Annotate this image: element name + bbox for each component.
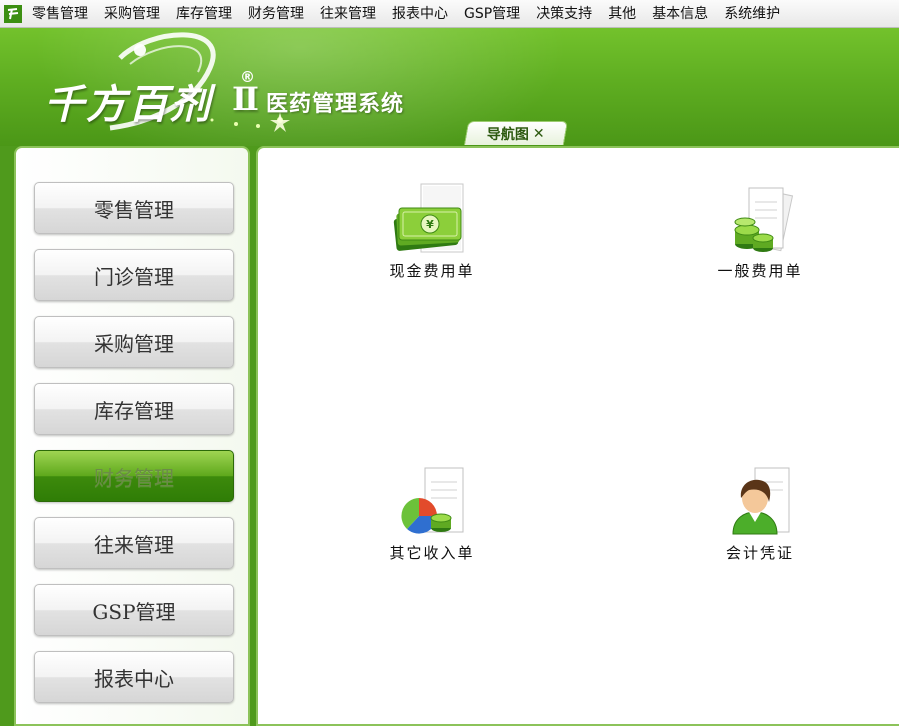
menu-other[interactable]: 其他 [600, 0, 644, 27]
app-subtitle: 医药管理系统 [266, 92, 405, 117]
menu-reports[interactable]: 报表中心 [384, 0, 456, 27]
menu-retail[interactable]: 零售管理 [30, 0, 96, 27]
user-document-icon [732, 467, 790, 535]
menu-finance[interactable]: 财务管理 [240, 0, 312, 27]
left-nav-panel: 零售管理 门诊管理 采购管理 库存管理 财务管理 往来管理 GSP管理 报表中心 [14, 146, 250, 726]
nav-reports-button[interactable]: 报表中心 [34, 651, 234, 703]
nav-retail-button[interactable]: 零售管理 [34, 182, 234, 234]
main-content: ¥ 现金费用单 一般费用单 其它收入单 会计凭证 [256, 146, 899, 726]
menu-decision[interactable]: 决策支持 [528, 0, 600, 27]
coins-document-icon [734, 187, 794, 252]
menu-gsp[interactable]: GSP管理 [456, 0, 528, 27]
menu-basic-info[interactable]: 基本信息 [644, 0, 716, 27]
nav-clinic-button[interactable]: 门诊管理 [34, 249, 234, 301]
close-icon[interactable]: ✕ [533, 126, 545, 142]
pie-chart-document-icon [401, 467, 464, 534]
nav-inventory-button[interactable]: 库存管理 [34, 383, 234, 435]
app-icon [4, 4, 22, 23]
nav-purchase-button[interactable]: 采购管理 [34, 316, 234, 368]
accounting-voucher-item[interactable]: 会计凭证 [690, 464, 830, 563]
menu-system[interactable]: 系统维护 [716, 0, 788, 27]
nav-accounts-button[interactable]: 往来管理 [34, 517, 234, 569]
menu-bar: 零售管理 采购管理 库存管理 财务管理 往来管理 报表中心 GSP管理 决策支持… [0, 0, 899, 28]
nav-finance-button[interactable]: 财务管理 [34, 450, 234, 502]
accounting-voucher-label: 会计凭证 [725, 544, 794, 562]
menu-inventory[interactable]: 库存管理 [168, 0, 240, 27]
tab-label: 导航图 [487, 126, 530, 143]
tab-navigation-map[interactable]: 导航图 ✕ [463, 121, 569, 145]
logo-text: 千方百剂 [44, 81, 212, 128]
other-income-label: 其它收入单 [389, 544, 475, 562]
banner: 千方百剂 ® Ⅱ 医药管理系统 导航图 ✕ [0, 28, 899, 146]
cash-document-icon: ¥ [393, 183, 464, 253]
cash-expense-item[interactable]: ¥ 现金费用单 [362, 182, 502, 281]
menu-purchase[interactable]: 采购管理 [96, 0, 168, 27]
nav-gsp-button[interactable]: GSP管理 [34, 584, 234, 636]
general-expense-item[interactable]: 一般费用单 [690, 182, 830, 281]
cash-expense-label: 现金费用单 [389, 262, 475, 280]
general-expense-label: 一般费用单 [717, 262, 803, 280]
menu-accounts[interactable]: 往来管理 [312, 0, 384, 27]
other-income-item[interactable]: 其它收入单 [362, 464, 502, 563]
svg-text:¥: ¥ [426, 218, 434, 231]
logo-version: Ⅱ [232, 80, 259, 118]
